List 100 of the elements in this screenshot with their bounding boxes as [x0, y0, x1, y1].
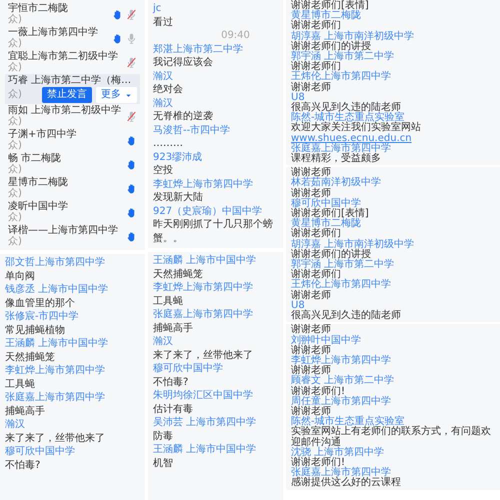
more-dropdown[interactable]: 更多: [96, 87, 137, 103]
chat-message: 发现新大陆: [153, 191, 204, 204]
mute-button[interactable]: 禁止发言: [42, 87, 92, 103]
chat-message: 感谢提供这么好的云课程: [291, 478, 402, 489]
mic-muted-icon[interactable]: [126, 56, 137, 68]
sender-name: 张修宸-市四中学: [5, 310, 80, 324]
participant-row[interactable]: 畅 市二梅陇 众): [5, 152, 140, 176]
mic-muted-icon[interactable]: [126, 110, 137, 122]
participant-role: 众): [8, 90, 22, 100]
chat-message: 单向阀: [5, 270, 36, 283]
chat-message: 谢谢老师们: [291, 229, 341, 240]
chat-message: 绝对会: [153, 83, 184, 96]
caret-icon: [125, 92, 132, 98]
chat-message: 课程精彩，受益颇多: [291, 154, 382, 164]
chat-message: 谢谢老师们: [291, 21, 341, 32]
sender-name: 吴沛芸 上海市第四中学: [153, 416, 258, 430]
sender-name: 李虹烨上海市第四中学: [153, 178, 254, 191]
chat-message: 谢谢老师们: [291, 270, 341, 280]
participant-name: 凌昕中国中学: [8, 201, 69, 212]
mic-muted-icon[interactable]: [126, 8, 137, 20]
participant-role: 众): [8, 63, 22, 73]
chat-message: 昨天刚刚抓了十几只那个螃蟹。。: [153, 218, 274, 245]
chat-message: 谢谢老师们!: [291, 386, 346, 397]
chat-message: 谢谢老师: [291, 82, 332, 93]
sender-name: U8: [291, 92, 305, 103]
chat-message: 实验室网站上有老师们的联系方式，有问题欢迎邮件沟通: [291, 427, 492, 448]
chat-message: 无脊椎的逆袭: [153, 110, 214, 124]
participant-row[interactable]: 雨如 上海市第二初级中学 众): [5, 104, 140, 128]
chat-message: 捕蝇高手: [5, 404, 46, 418]
chat-message: 谢谢老师: [291, 325, 332, 336]
sender-name: 瀚汉: [153, 96, 174, 110]
sender-name: 李虹烨上海市第四中学: [153, 281, 254, 294]
sender-name: 王炜伦上海市第四中学: [291, 280, 392, 290]
chat-message: 看过: [153, 16, 174, 29]
sender-name: 郑湛上海市第二中学: [153, 42, 244, 56]
chat-message: 谢谢老师: [291, 346, 331, 356]
chat-message: 天然捕蝇笼: [153, 268, 204, 281]
sender-name: 林若茹南洋初级中学: [291, 178, 382, 188]
participant-name: 雨如 上海市第二初级中学: [8, 105, 122, 116]
sender-name: 顾睿文 上海市第二中学: [291, 376, 396, 386]
participant-row[interactable]: 译楷——上海市第四中学 众): [5, 224, 140, 248]
sender-name: 李虹烨上海市第四中学: [291, 356, 392, 366]
chat-message: 来了来了，丝带他来了: [153, 348, 254, 362]
chat-message: 常见捕蝇植物: [5, 324, 66, 337]
chat-message: 机智: [153, 456, 174, 470]
participant-name: 一薇上海市第四中学: [8, 27, 99, 38]
sender-name: 穆可欣中国中学: [291, 198, 361, 209]
chat-message: 谢谢老师们的讲授: [291, 42, 372, 52]
chat-message: ………: [153, 137, 184, 150]
chat-message: 谢谢老师们[表情]: [291, 1, 370, 11]
chat-message: 我记得应该会: [153, 56, 214, 70]
sender-name: 刘翀叶中国中学: [291, 336, 362, 346]
participant-name: 星博市二梅陇: [8, 177, 69, 188]
sender-name: 朱明均徐汇区中国中学: [153, 389, 254, 402]
chat-message: 估计有毒: [153, 402, 194, 416]
sender-name: 周任童上海市第四中学: [291, 396, 392, 407]
sender-name: 胡淳嘉 上海市南洋初级中学: [291, 32, 416, 42]
participant-row[interactable]: 一薇上海市第四中学 众): [5, 26, 140, 50]
participant-row[interactable]: 凌昕中国中学 众): [5, 200, 140, 224]
sender-name: 王炜伦上海市第四中学: [291, 72, 392, 82]
chat-message: 谢谢老师们!: [291, 458, 346, 468]
sender-name: 邵文哲上海市第四中学: [5, 256, 106, 270]
chat-message: 谢谢老师: [291, 290, 332, 301]
participant-name: 畅 市二梅陇: [8, 153, 62, 164]
chat-message: 欢迎大家关注我们实验室网站: [291, 122, 421, 134]
participant-row[interactable]: 巧睿 上海市第二中学（梅… 众) 禁止发言 更多: [5, 74, 140, 104]
sender-name: 王涵麟 上海市中国中学: [5, 337, 110, 350]
participant-name: 宜聪上海市第二初级中学: [8, 51, 119, 62]
participant-role: 众): [8, 39, 22, 49]
sender-name: 张庭嘉上海市第四中学: [153, 308, 254, 322]
chat-message: 谢谢老师们: [291, 62, 341, 72]
chat-message: 谢谢老师: [291, 406, 331, 417]
sender-name: 张庭嘉上海市第四中学: [5, 391, 106, 404]
sender-name: jc: [153, 2, 162, 16]
chat-message: 防毒: [153, 430, 174, 443]
chat-message: 不怕毒?: [153, 376, 190, 389]
chat-message: 天然捕蝇笼: [5, 350, 56, 364]
participant-row[interactable]: 星博市二梅陇 众): [5, 176, 140, 200]
sender-name: 923缪沛成: [153, 150, 204, 164]
chat-message: 谢谢老师们的讲授: [291, 250, 372, 260]
chat-message: 空投: [153, 164, 174, 178]
timestamp: 09:40: [220, 29, 251, 42]
participant-role: 众): [8, 237, 22, 247]
participant-role: 众): [8, 141, 22, 151]
participant-role: 众): [8, 213, 22, 223]
sender-name: 瀚汉: [153, 335, 174, 348]
sender-name: 瀚汉: [153, 70, 174, 83]
sender-name: 穆可欣中国中学: [5, 445, 76, 458]
sender-name: 穆可欣中国中学: [153, 362, 224, 376]
participant-row[interactable]: 宇恒市二梅陇 众): [5, 2, 140, 26]
sender-name: 王涵麟 上海市中国中学: [153, 443, 258, 456]
participant-row[interactable]: 子渊+市四中学 众): [5, 128, 140, 152]
chat-message: 来了来了，丝带他来了: [5, 432, 106, 445]
sender-name: 李虹烨上海市第四中学: [5, 364, 106, 378]
participant-role: 众): [8, 165, 22, 175]
sender-name: 张庭嘉上海市第四中学: [291, 144, 392, 154]
participant-name: 宇恒市二梅陇: [8, 3, 69, 14]
sender-name: 胡淳嘉 上海市南洋初级中学: [291, 240, 416, 250]
chat-message: 谢谢老师: [291, 188, 332, 199]
participant-row[interactable]: 宜聪上海市第二初级中学 众): [5, 50, 140, 74]
